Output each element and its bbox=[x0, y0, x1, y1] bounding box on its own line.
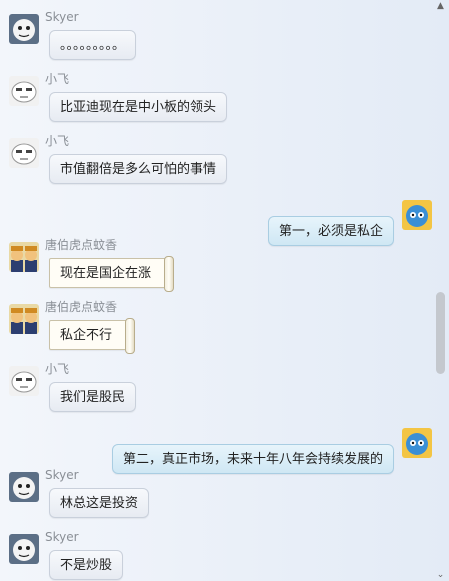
message-bubble: 林总这是投资 bbox=[49, 488, 150, 518]
sender-name: 小飞 bbox=[45, 134, 70, 148]
message-bubble: 不是炒股 bbox=[49, 550, 124, 580]
skyer-avatar[interactable] bbox=[9, 14, 39, 44]
message-bubble: 市值翻倍是多么可怕的事情 bbox=[49, 154, 228, 184]
sender-name: 小飞 bbox=[45, 362, 70, 376]
scroll-roll-decoration bbox=[164, 256, 175, 292]
message-bubble: 。。。。。。。。。 bbox=[49, 30, 137, 60]
xiaofei-avatar[interactable] bbox=[9, 76, 39, 106]
sender-name: Skyer bbox=[45, 530, 79, 544]
message-bubble: 第一，必须是私企 bbox=[267, 216, 394, 246]
chat-history: Skyer 。。。。。。。。。 小飞 比亚迪现在是中小板的领头 小飞 市值翻倍是… bbox=[0, 0, 432, 581]
message-bubble: 私企不行 bbox=[49, 318, 136, 354]
sender-name: 小飞 bbox=[45, 72, 70, 86]
scroll-up-arrow-icon[interactable]: ▲ bbox=[435, 2, 446, 11]
sender-name: 唐伯虎点蚊香 bbox=[45, 238, 118, 252]
xiaofei-avatar[interactable] bbox=[9, 366, 39, 396]
sender-name: Skyer bbox=[45, 468, 79, 482]
message-bubble: 比亚迪现在是中小板的领头 bbox=[49, 92, 228, 122]
sender-name: 唐伯虎点蚊香 bbox=[45, 300, 118, 314]
tangbohu-avatar[interactable] bbox=[9, 242, 39, 272]
message-text: 私企不行 bbox=[60, 328, 113, 343]
xiaofei-avatar[interactable] bbox=[9, 138, 39, 168]
scroll-roll-decoration bbox=[125, 318, 136, 354]
chat-scrollbar[interactable]: ▲ ⌄ bbox=[432, 0, 449, 581]
self-avatar[interactable] bbox=[402, 428, 432, 458]
self-avatar[interactable] bbox=[402, 200, 432, 230]
tangbohu-avatar[interactable] bbox=[9, 304, 39, 334]
scroll-down-arrow-icon[interactable]: ⌄ bbox=[435, 571, 446, 580]
scrollbar-thumb[interactable] bbox=[436, 292, 445, 374]
message-bubble: 现在是国企在涨 bbox=[49, 256, 175, 292]
message-text: 现在是国企在涨 bbox=[60, 266, 152, 281]
skyer-avatar[interactable] bbox=[9, 534, 39, 564]
skyer-avatar[interactable] bbox=[9, 472, 39, 502]
message-bubble: 第二，真正市场，未来十年八年会持续发展的 bbox=[111, 444, 394, 474]
sender-name: Skyer bbox=[45, 10, 79, 24]
message-bubble: 我们是股民 bbox=[49, 382, 137, 412]
